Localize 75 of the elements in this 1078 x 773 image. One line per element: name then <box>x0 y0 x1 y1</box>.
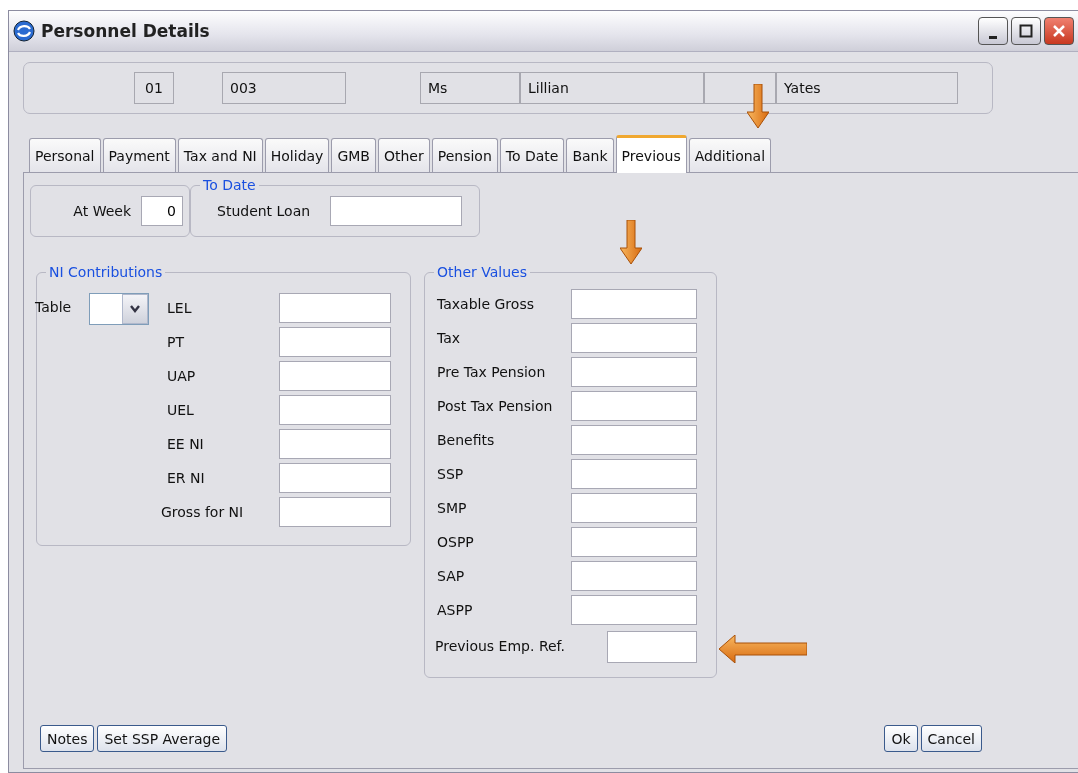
tab[interactable]: Bank <box>566 138 614 172</box>
maximize-icon <box>1019 24 1033 38</box>
input-field[interactable] <box>571 561 697 591</box>
action-button[interactable]: Notes <box>40 725 95 752</box>
tab[interactable]: Personal <box>29 138 101 172</box>
tab[interactable]: Additional <box>688 138 772 172</box>
header-field: 01 <box>134 72 174 104</box>
field-label: SAP <box>437 568 466 584</box>
tab[interactable]: GMB <box>331 138 376 172</box>
field-label: ER NI <box>167 470 206 486</box>
field-label: Tax <box>437 330 462 346</box>
input-field[interactable] <box>571 459 697 489</box>
tab[interactable]: Payment <box>102 138 176 172</box>
tab[interactable]: Pension <box>431 138 498 172</box>
close-button[interactable] <box>1044 17 1074 45</box>
maximize-button[interactable] <box>1011 17 1041 45</box>
action-button[interactable]: Cancel <box>920 725 982 752</box>
arrow-icon <box>719 635 807 663</box>
input-field[interactable] <box>279 395 391 425</box>
field-label: Pre Tax Pension <box>437 364 547 380</box>
input-field[interactable] <box>607 631 697 663</box>
header-field: 003 <box>222 72 346 104</box>
app-icon <box>13 20 35 42</box>
input-field[interactable] <box>279 429 391 459</box>
field-label: Benefits <box>437 432 496 448</box>
input-field[interactable] <box>279 497 391 527</box>
input-field[interactable] <box>279 361 391 391</box>
field-label: LEL <box>167 300 193 316</box>
field-label: ASPP <box>437 602 474 618</box>
tab[interactable]: Other <box>377 138 430 172</box>
field-label: EE NI <box>167 436 205 452</box>
minimize-icon <box>989 35 997 39</box>
header-field <box>704 72 776 104</box>
tab[interactable]: Tax and NI <box>177 138 263 172</box>
dropdown-button[interactable] <box>122 294 148 324</box>
action-button[interactable]: Set SSP Average <box>97 725 228 752</box>
field-label: UAP <box>167 368 197 384</box>
input-field[interactable] <box>571 391 697 421</box>
input-field[interactable] <box>571 425 697 455</box>
field-label: Taxable Gross <box>437 296 535 312</box>
input-field[interactable] <box>571 357 697 387</box>
input-field[interactable] <box>571 323 697 353</box>
arrow-icon <box>747 84 769 128</box>
input-field[interactable] <box>279 293 391 323</box>
chevron-down-icon <box>129 304 141 314</box>
field-label: Gross for NI <box>161 504 245 520</box>
header-field: Lillian <box>520 72 704 104</box>
window-title: Personnel Details <box>41 21 210 41</box>
field-label: UEL <box>167 402 195 418</box>
action-button[interactable]: Ok <box>884 725 918 752</box>
field-label: Table <box>35 299 73 317</box>
field-label: At Week <box>73 203 131 219</box>
field-label: OSPP <box>437 534 475 550</box>
field-label: Student Loan <box>217 203 311 219</box>
input-field[interactable] <box>279 327 391 357</box>
input-field[interactable] <box>571 493 697 523</box>
input-field[interactable] <box>571 289 697 319</box>
header-field: Ms <box>420 72 520 104</box>
input-field[interactable]: 0 <box>141 196 183 226</box>
field-label: SMP <box>437 500 468 516</box>
input-field[interactable] <box>279 463 391 493</box>
input-field[interactable] <box>571 527 697 557</box>
field-label: Post Tax Pension <box>437 398 554 414</box>
input-field[interactable] <box>571 595 697 625</box>
input-field[interactable] <box>330 196 463 226</box>
close-icon <box>1052 24 1066 38</box>
field-label: SSP <box>437 466 465 482</box>
arrow-icon <box>620 220 642 264</box>
header-field: Yates <box>776 72 958 104</box>
tab[interactable]: Previous <box>615 135 687 173</box>
minimize-button[interactable] <box>978 17 1008 45</box>
field-label: PT <box>167 334 185 350</box>
tab[interactable]: To Date <box>499 138 565 172</box>
field-label: Previous Emp. Ref. <box>435 638 566 654</box>
tab[interactable]: Holiday <box>264 138 330 172</box>
